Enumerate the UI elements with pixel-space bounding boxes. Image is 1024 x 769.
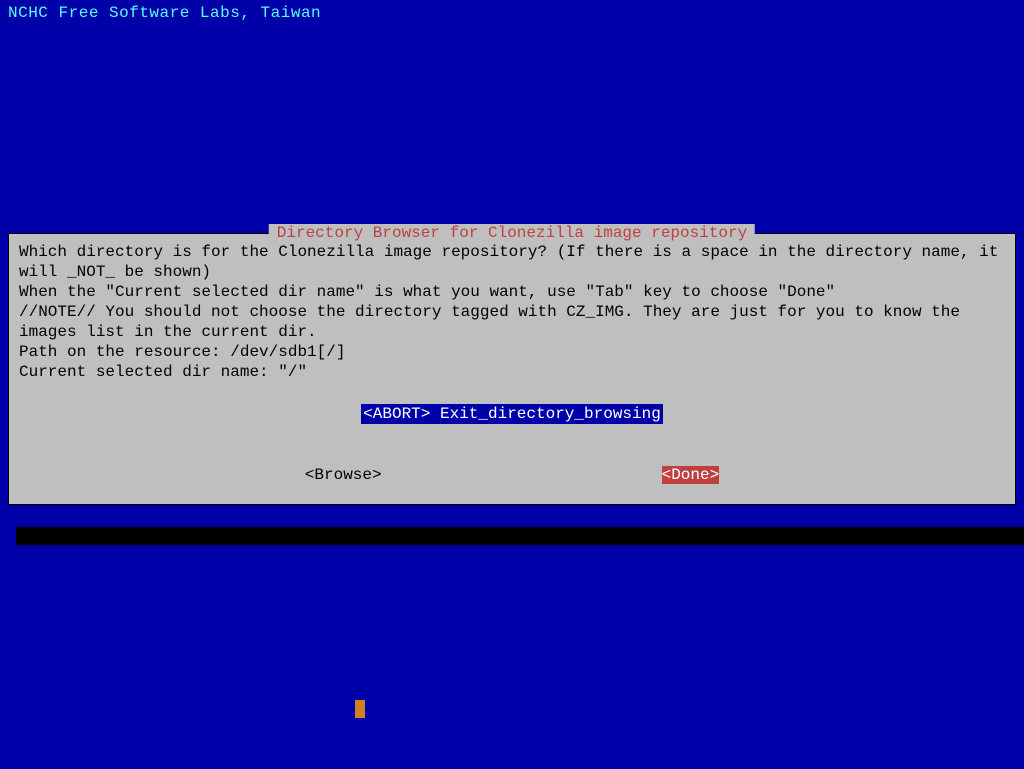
- page-header: NCHC Free Software Labs, Taiwan: [0, 0, 1024, 26]
- dialog-shadow: [16, 527, 1024, 545]
- menu-list: <ABORT> Exit_directory_browsing: [19, 404, 1005, 424]
- dialog-text-line3: //NOTE// You should not choose the direc…: [19, 302, 1005, 342]
- done-button[interactable]: <Done>: [662, 466, 720, 484]
- dialog-text-line5: Current selected dir name: "/": [19, 362, 1005, 382]
- dialog-text-line4: Path on the resource: /dev/sdb1[/]: [19, 342, 1005, 362]
- dialog-text-line1: Which directory is for the Clonezilla im…: [19, 242, 1005, 282]
- dialog-text-line2: When the "Current selected dir name" is …: [19, 282, 1005, 302]
- dialog-title: Directory Browser for Clonezilla image r…: [269, 224, 755, 242]
- browse-button[interactable]: <Browse>: [305, 466, 382, 484]
- dialog-box: Directory Browser for Clonezilla image r…: [8, 233, 1016, 505]
- button-row: <Browse> <Done>: [19, 466, 1005, 484]
- abort-menu-item[interactable]: <ABORT> Exit_directory_browsing: [361, 404, 663, 424]
- terminal-cursor: [355, 700, 365, 718]
- dialog-body: Which directory is for the Clonezilla im…: [9, 234, 1015, 504]
